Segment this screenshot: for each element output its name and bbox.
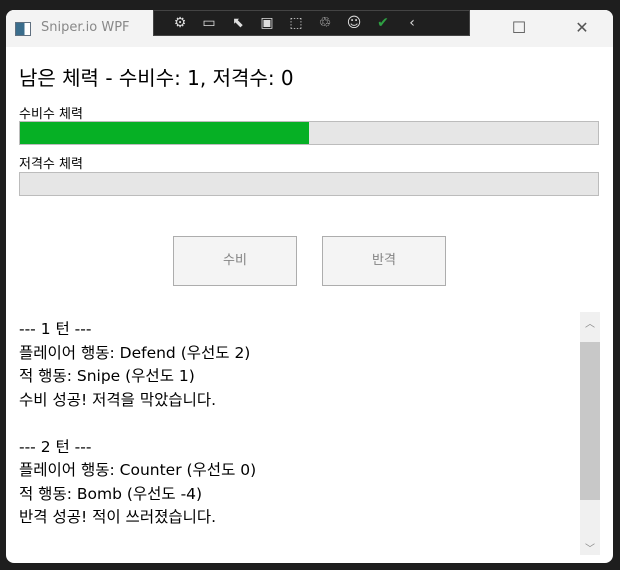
record-icon[interactable]: ▭ (199, 15, 219, 31)
check-icon[interactable]: ✔ (373, 15, 393, 31)
maximize-button[interactable]: ☐ (504, 16, 534, 40)
window-title: Sniper.io WPF (41, 20, 130, 35)
battle-log: --- 1 턴 --- 플레이어 행동: Defend (우선도 2) 적 행동: … (19, 318, 256, 530)
main-window: Sniper.io WPF ☐ ✕ 남은 체력 - 수비수: 1, 저격수: 0… (6, 10, 613, 563)
hot-reload-icon[interactable]: ♲ (315, 15, 335, 31)
defend-button[interactable]: 수비 (173, 236, 297, 286)
health-heading: 남은 체력 - 수비수: 1, 저격수: 0 (19, 66, 294, 90)
log-line: --- 1 턴 --- (19, 320, 92, 338)
layout-adorner-icon[interactable]: ▣ (257, 15, 277, 31)
counter-button[interactable]: 반격 (322, 236, 446, 286)
log-line: 수비 성공! 저격을 막았습니다. (19, 390, 217, 409)
scroll-up-icon[interactable]: ︿ (580, 315, 600, 330)
scroll-thumb[interactable] (580, 342, 600, 500)
accessibility-icon[interactable]: ☺ (344, 15, 364, 31)
log-line: 반격 성공! 적이 쓰러졌습니다. (19, 508, 217, 526)
log-line: 플레이어 행동: Defend (우선도 2) (19, 343, 251, 362)
debug-toolbar: ⚙ ▭ ⬉ ▣ ⬚ ♲ ☺ ✔ ‹ (153, 10, 470, 36)
pointer-select-icon[interactable]: ⬉ (228, 15, 248, 31)
log-line: 적 행동: Bomb (우선도 -4) (19, 484, 203, 503)
log-line: --- 2 턴 --- (19, 437, 92, 456)
defender-label: 수비수 체력 (19, 107, 83, 122)
defender-health-fill (20, 122, 309, 144)
close-button[interactable]: ✕ (567, 16, 597, 40)
log-line: 플레이어 행동: Counter (우선도 0) (19, 461, 257, 479)
collapse-icon[interactable]: ‹ (402, 15, 422, 31)
sniper-label: 저격수 체력 (19, 157, 83, 172)
scroll-down-icon[interactable]: ﹀ (580, 540, 600, 555)
app-icon (15, 22, 31, 36)
log-line: 적 행동: Snipe (우선도 1) (19, 367, 195, 385)
defender-health-bar (19, 121, 599, 145)
track-focus-icon[interactable]: ⬚ (286, 15, 306, 31)
log-scrollbar[interactable]: ︿ ﹀ (580, 312, 600, 555)
sniper-health-bar (19, 172, 599, 196)
select-element-icon[interactable]: ⚙ (170, 15, 190, 31)
